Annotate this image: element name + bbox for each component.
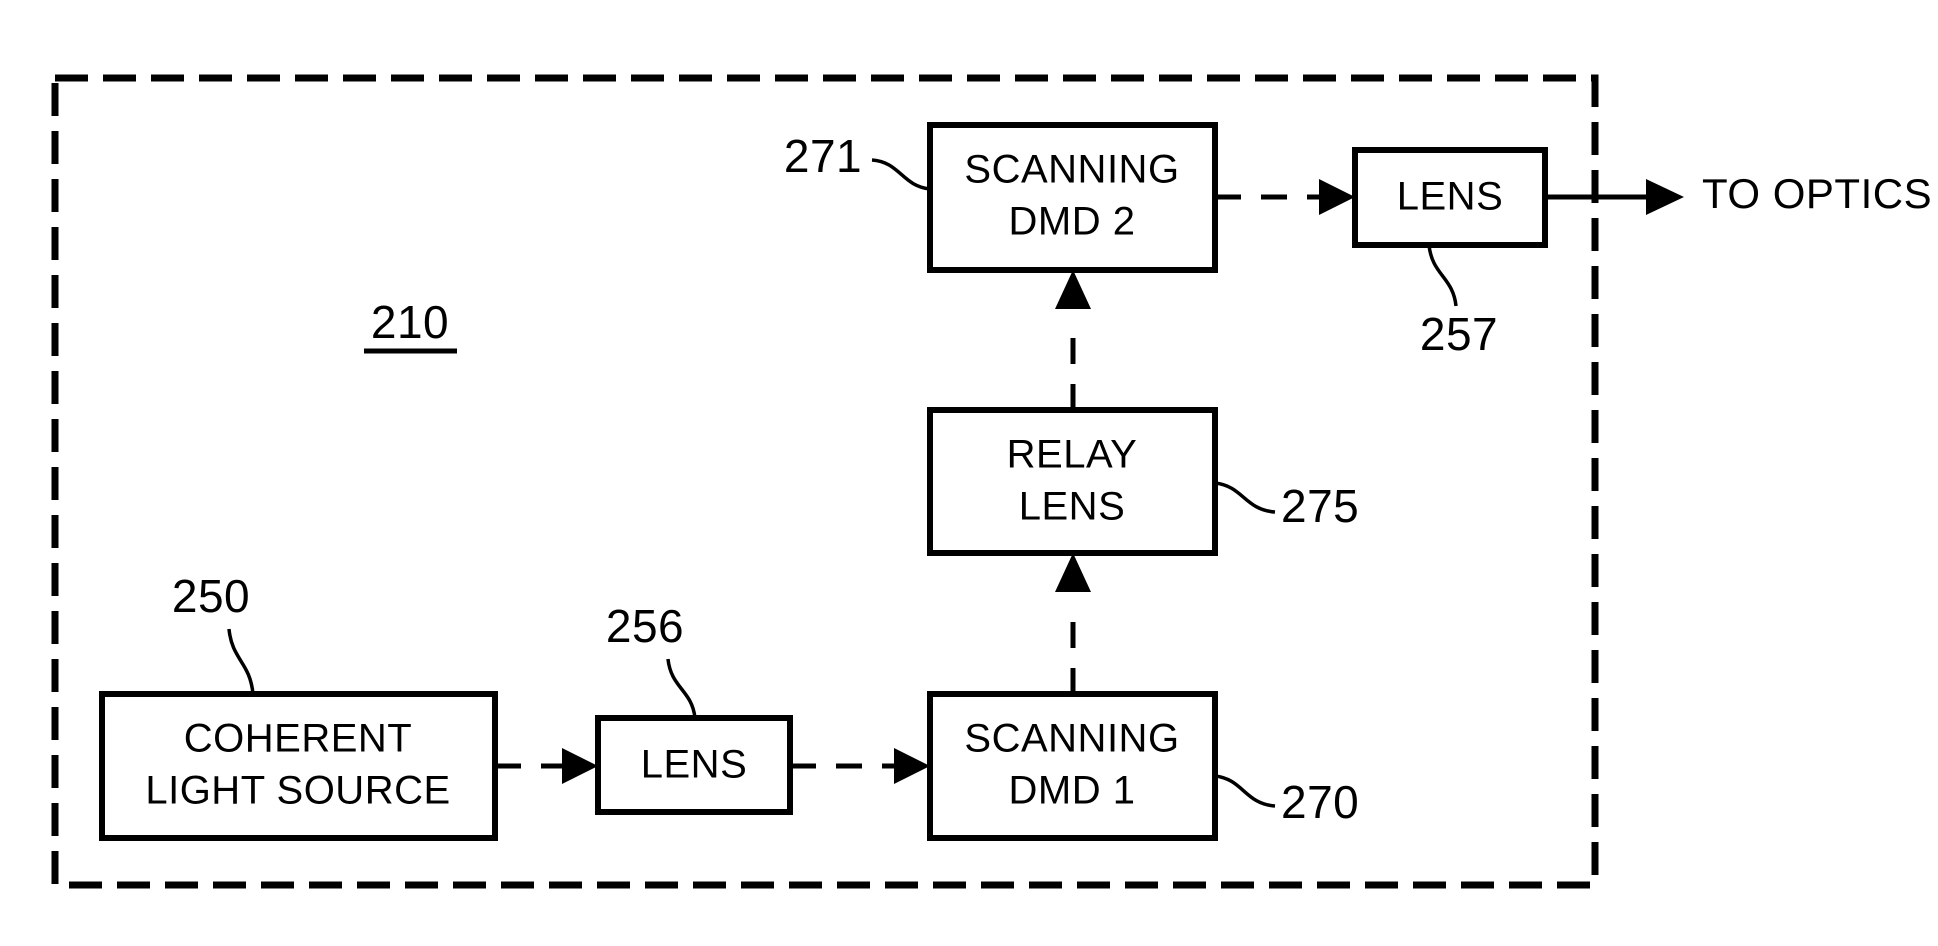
ref-label-270: 270 [1281,776,1359,828]
arrowhead-dmd2-to-lens257 [1319,179,1355,215]
box-coherent-light-source-label-line1: COHERENT [184,717,412,761]
box-relay-lens-label-line1: RELAY [1007,433,1138,477]
ref-label-256: 256 [606,600,684,652]
output-label-to-optics: TO OPTICS [1702,170,1932,217]
ref-label-250: 250 [172,570,250,622]
box-lens-256-label: LENS [641,743,748,787]
leader-line-250 [227,628,255,695]
ref-label-271: 271 [784,130,862,182]
patent-figure-diagram: 210 COHERENT LIGHT SOURCE 250 LENS 256 S… [0,0,1938,946]
box-lens-257-label: LENS [1397,175,1504,219]
leader-line-271 [871,158,931,191]
leader-line-270 [1214,774,1276,808]
ref-label-257: 257 [1420,308,1498,360]
leader-line-256 [666,658,697,719]
box-coherent-light-source-label-line2: LIGHT SOURCE [145,769,450,813]
arrowhead-to-optics [1646,179,1684,215]
box-scanning-dmd-2-label-line2: DMD 2 [1009,200,1136,244]
arrowhead-relaylens-to-dmd2 [1055,270,1091,309]
leader-line-257 [1427,244,1458,307]
arrowhead-dmd1-to-relaylens [1055,553,1091,592]
enclosure-ref-label: 210 [371,296,449,348]
diagram-canvas: 210 COHERENT LIGHT SOURCE 250 LENS 256 S… [51,74,1932,889]
box-scanning-dmd-1-label-line2: DMD 1 [1009,769,1136,813]
box-scanning-dmd-2-label-line1: SCANNING [964,148,1179,192]
box-relay-lens-label-line2: LENS [1019,485,1126,529]
box-scanning-dmd-1-label-line1: SCANNING [964,717,1179,761]
leader-line-275 [1214,481,1276,514]
box-relay-lens [927,407,1218,556]
arrowhead-lens256-to-dmd1 [894,748,930,784]
arrowhead-source-to-lens256 [562,748,598,784]
ref-label-275: 275 [1281,480,1359,532]
